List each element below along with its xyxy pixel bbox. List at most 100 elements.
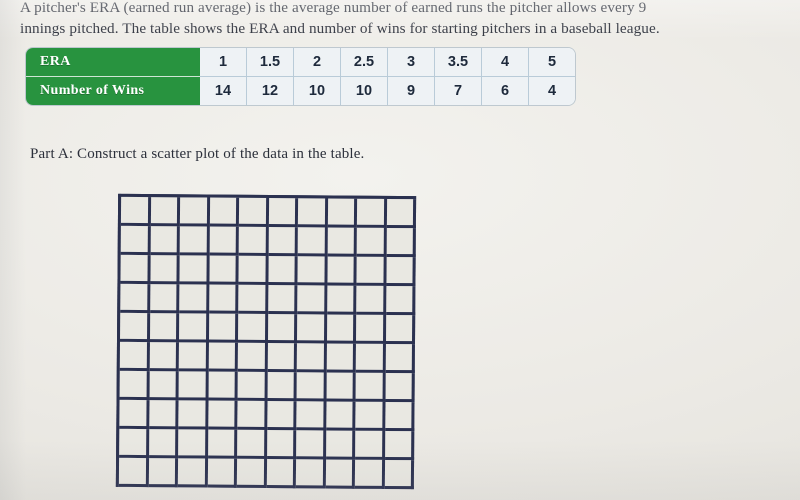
grid-cell[interactable] [120,254,151,285]
grid-cell[interactable] [326,285,357,315]
grid-cell[interactable] [149,371,179,401]
grid-cell[interactable] [355,430,385,460]
grid-cell[interactable] [238,197,269,228]
grid-cell[interactable] [268,198,299,228]
grid-cell[interactable] [296,430,326,460]
grid-cell[interactable] [120,196,151,227]
grid-cell[interactable] [148,400,179,430]
grid-cell[interactable] [207,400,238,430]
grid-cell[interactable] [208,313,239,343]
grid-cell[interactable] [295,459,326,489]
grid-cell[interactable] [326,314,357,344]
grid-cell[interactable] [179,255,210,285]
grid-cell[interactable] [385,285,416,316]
grid-cell[interactable] [385,372,415,403]
grid-cell[interactable] [325,430,356,460]
grid-cell[interactable] [238,284,268,315]
grid-cell[interactable] [208,255,239,285]
grid-cell[interactable] [177,458,208,488]
grid-cell[interactable] [209,197,240,227]
grid-cell[interactable] [208,371,238,401]
grid-cell[interactable] [384,430,415,461]
grid-cell[interactable] [386,198,417,229]
grid-cell[interactable] [297,256,328,286]
grid-cell[interactable] [296,314,327,344]
grid-cell[interactable] [297,227,328,257]
grid-cell[interactable] [119,428,149,459]
grid-cell[interactable] [355,314,386,344]
grid-cell[interactable] [355,372,386,402]
grid-cell[interactable] [356,256,387,286]
grid-cell[interactable] [179,226,210,256]
grid-cell[interactable] [327,198,358,228]
grid-cell[interactable] [119,312,150,343]
grid-cell[interactable] [238,226,269,257]
grid-cell[interactable] [386,227,416,258]
grid-cell[interactable] [207,458,238,488]
grid-cell[interactable] [149,255,180,285]
grid-cell[interactable] [267,343,297,373]
grid-cell[interactable] [268,227,298,257]
grid-cell[interactable] [237,400,268,431]
grid-cell[interactable] [237,313,268,344]
grid-cell[interactable] [267,256,298,286]
grid-cell[interactable] [326,343,356,373]
grid-cell[interactable] [296,372,327,402]
grid-cell[interactable] [267,372,297,402]
grid-cell[interactable] [119,370,150,401]
grid-cell[interactable] [119,341,150,372]
grid-cell[interactable] [327,227,357,257]
grid-cell[interactable] [120,225,151,256]
grid-cell[interactable] [149,313,180,343]
grid-cell[interactable] [207,429,238,459]
grid-cell[interactable] [178,429,208,459]
grid-cell[interactable] [355,401,386,431]
grid-cell[interactable] [237,429,267,460]
grid-cell[interactable] [326,256,357,286]
grid-cell[interactable] [148,458,179,488]
grid-cell[interactable] [266,430,297,460]
grid-cell[interactable] [296,401,327,431]
grid-cell[interactable] [178,371,209,401]
grid-cell[interactable] [208,342,238,372]
grid-cell[interactable] [178,400,209,430]
grid-cell[interactable] [385,314,416,345]
grid-cell[interactable] [149,284,180,314]
grid-cell[interactable] [384,401,415,432]
grid-cell[interactable] [354,459,385,489]
grid-cell[interactable] [325,459,356,489]
grid-cell[interactable] [178,313,209,343]
grid-cell[interactable] [267,314,298,344]
grid-cell[interactable] [297,285,327,315]
grid-cell[interactable] [356,198,387,228]
grid-cell[interactable] [179,197,210,227]
grid-cell[interactable] [236,458,267,489]
grid-cell[interactable] [267,285,298,315]
grid-cell[interactable] [150,197,181,227]
grid-cell[interactable] [297,198,328,228]
grid-cell[interactable] [178,342,209,372]
grid-cell[interactable] [209,226,239,256]
grid-cell[interactable] [385,256,416,287]
grid-cell[interactable] [120,283,150,314]
grid-cell[interactable] [355,343,386,373]
grid-cell[interactable] [326,372,356,402]
grid-cell[interactable] [325,401,356,431]
grid-cell[interactable] [179,284,209,314]
grid-cell[interactable] [385,343,415,374]
grid-cell[interactable] [119,399,150,430]
grid-cell[interactable] [266,459,297,489]
grid-cell[interactable] [237,342,268,373]
grid-cell[interactable] [356,227,387,257]
grid-cell[interactable] [118,457,149,488]
grid-cell[interactable] [238,255,269,286]
grid-cell[interactable] [296,343,327,373]
grid-cell[interactable] [148,429,179,459]
grid-cell[interactable] [237,371,268,402]
grid-cell[interactable] [149,342,179,372]
grid-cell[interactable] [384,459,415,490]
grid-cell[interactable] [356,285,386,315]
grid-cell[interactable] [150,226,180,256]
grid-cell[interactable] [208,284,239,314]
grid-cell[interactable] [266,401,297,431]
